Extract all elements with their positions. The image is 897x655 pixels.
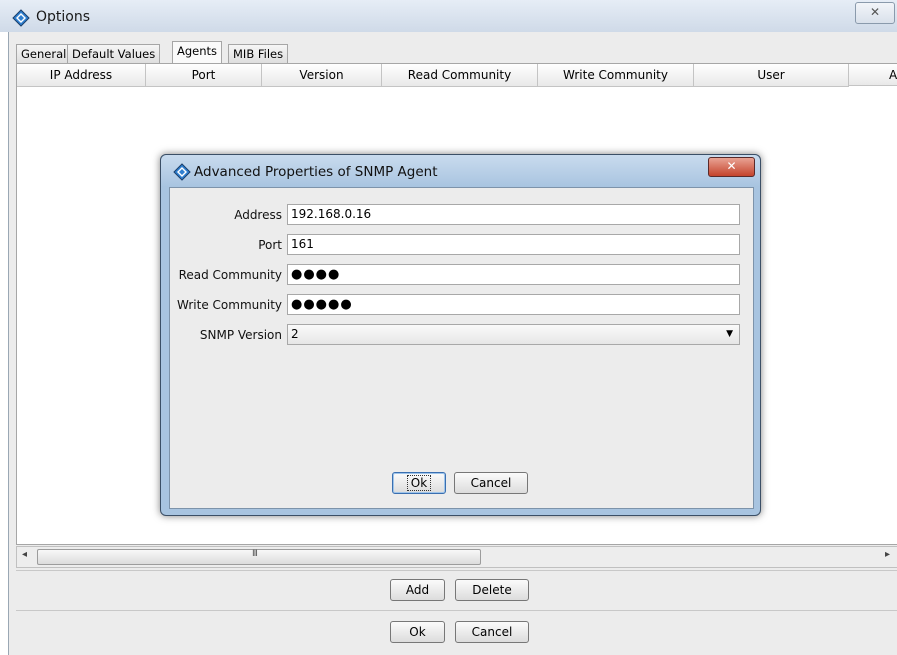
cancel-button[interactable]: Cancel [455,621,529,643]
tab-agents[interactable]: Agents [172,41,223,64]
dialog-title: Advanced Properties of SNMP Agent [194,164,438,180]
snmp-version-select[interactable]: 2 ▼ [287,324,740,345]
ok-button[interactable]: Ok [390,621,445,643]
scroll-left-arrow-icon[interactable]: ◂ [22,549,27,560]
column-header-user[interactable]: User [694,64,849,87]
horizontal-scrollbar[interactable]: ◂ III ▸ [16,546,897,568]
write-community-field[interactable]: ●●●●● [287,294,740,315]
dialog-close-button[interactable]: ✕ [708,157,755,177]
chevron-down-icon: ▼ [726,329,733,339]
scroll-right-arrow-icon[interactable]: ▸ [885,549,890,560]
diamond-icon [173,163,191,181]
close-icon: ✕ [726,159,737,173]
delete-button[interactable]: Delete [455,579,529,601]
window-titlebar: Options ✕ [0,0,897,32]
port-label: Port [258,238,282,252]
read-community-field[interactable]: ●●●● [287,264,740,285]
column-header-ip-address[interactable]: IP Address [17,64,146,87]
column-header-write-community[interactable]: Write Community [538,64,694,87]
port-field[interactable]: 161 [287,234,740,255]
window-title: Options [36,9,91,25]
dialog-cancel-button[interactable]: Cancel [454,472,528,494]
column-header-port[interactable]: Port [146,64,262,87]
divider [16,570,897,571]
tab-general[interactable]: General [16,44,72,63]
dialog-body: Address 192.168.0.16 Port 161 Read Commu… [169,187,754,509]
tab-mib-files[interactable]: MIB Files [228,44,289,63]
diamond-icon [12,9,30,27]
window-close-button[interactable]: ✕ [855,2,895,24]
address-label: Address [234,208,282,222]
column-header-auth[interactable]: A [849,64,897,86]
column-header-version[interactable]: Version [262,64,382,87]
divider [16,610,897,611]
dialog-ok-button[interactable]: Ok [392,472,446,494]
column-header-read-community[interactable]: Read Community [382,64,538,87]
scrollbar-thumb[interactable]: III [37,549,481,565]
grip-icon: III [252,549,258,559]
read-community-label: Read Community [178,268,282,282]
add-button[interactable]: Add [390,579,445,601]
address-field[interactable]: 192.168.0.16 [287,204,740,225]
snmp-agent-dialog: Advanced Properties of SNMP Agent ✕ Addr… [160,154,761,516]
close-icon: ✕ [869,5,881,19]
snmp-version-label: SNMP Version [199,328,282,342]
write-community-label: Write Community [177,298,282,312]
tab-default-values[interactable]: Default Values [67,44,161,63]
dialog-titlebar[interactable]: Advanced Properties of SNMP Agent ✕ [161,155,760,187]
